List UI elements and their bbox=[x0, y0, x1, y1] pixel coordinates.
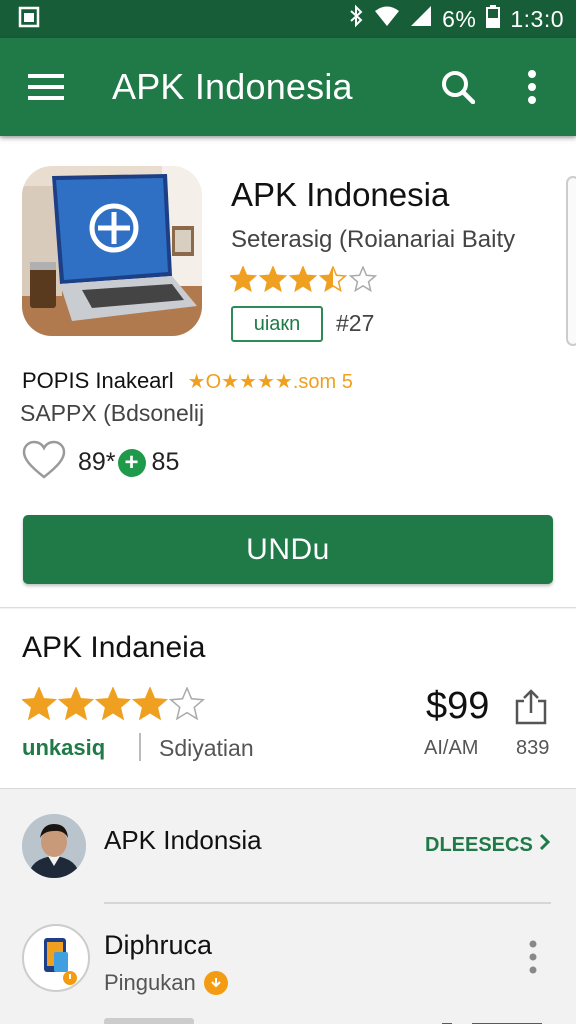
star-icon bbox=[168, 687, 206, 721]
search-icon[interactable] bbox=[436, 65, 480, 109]
wifi-icon bbox=[374, 5, 400, 33]
details-card: APK Indaneia unkasiq Sdiyatian $99 AI/AM… bbox=[0, 609, 576, 789]
status-bar: 6% 1:3:0 bbox=[0, 0, 576, 38]
reviewer-name[interactable]: APK Indonsia bbox=[104, 825, 262, 856]
heart-icon[interactable] bbox=[22, 440, 66, 485]
scroll-indicator bbox=[566, 176, 576, 346]
battery-icon bbox=[486, 4, 501, 34]
app-rank: #27 bbox=[336, 310, 375, 336]
install-button[interactable]: UNDu bbox=[23, 515, 553, 584]
like-row: 89* + 85 bbox=[22, 440, 179, 485]
star-icon bbox=[288, 266, 318, 293]
see-more-link[interactable]: DLEESECS bbox=[425, 833, 551, 857]
plus-count: 85 bbox=[151, 448, 180, 476]
star-icon bbox=[318, 266, 348, 293]
screenshot-icon bbox=[18, 6, 40, 33]
app-thumbnail[interactable] bbox=[22, 166, 202, 336]
developer-rating: ★O★★★★.som 5 bbox=[187, 370, 353, 393]
bluetooth-icon bbox=[348, 4, 364, 34]
avatar[interactable] bbox=[22, 814, 86, 878]
developer-subtitle: SAPPX (Bdsonelij bbox=[20, 400, 205, 426]
download-badge-icon bbox=[203, 971, 228, 995]
app-bar-title: APK Indonesia bbox=[112, 66, 353, 107]
like-count: 89* bbox=[78, 448, 116, 476]
share-icon[interactable] bbox=[514, 689, 548, 730]
divider bbox=[104, 902, 551, 904]
battery-percent: 6% bbox=[442, 5, 477, 32]
star-icon bbox=[22, 687, 58, 721]
time-label: AI/AM bbox=[424, 737, 479, 759]
star-icon bbox=[131, 687, 169, 721]
developer-name[interactable]: POPIS Inakeаrl bbox=[22, 368, 174, 394]
review-section: APK Indonsia DLEESECS Diphruca Pingukan bbox=[0, 790, 576, 1024]
next-item-indicator bbox=[442, 1016, 552, 1024]
item-more-icon[interactable] bbox=[528, 940, 538, 979]
divider bbox=[139, 733, 141, 761]
details-title: APK Indaneia bbox=[22, 631, 206, 664]
count-label: 839 bbox=[516, 737, 550, 759]
plus-icon[interactable]: + bbox=[117, 448, 146, 477]
signal-icon bbox=[410, 5, 432, 33]
app-bar: APK Indonesia bbox=[0, 38, 576, 136]
see-more-label: DLEESECS bbox=[425, 833, 533, 856]
price: $99 bbox=[426, 685, 490, 727]
star-icon bbox=[57, 687, 95, 721]
app-header-card: APK Indonesia Seterasig (Roianariai Bait… bbox=[0, 138, 576, 608]
subcategory: Sdiyatian bbox=[159, 735, 254, 761]
clock: 1:3:0 bbox=[510, 5, 564, 32]
item-app-icon[interactable] bbox=[22, 924, 90, 992]
star-icon bbox=[348, 266, 378, 293]
item-title[interactable]: Diphruca bbox=[104, 930, 212, 961]
app-title: APK Indonesia bbox=[231, 176, 450, 213]
app-tag-badge: uiaкn bbox=[231, 306, 323, 342]
next-item-placeholder bbox=[104, 1018, 194, 1024]
star-icon bbox=[94, 687, 132, 721]
item-subtitle-row: Pingukan bbox=[104, 970, 228, 996]
app-rating-stars bbox=[230, 266, 386, 296]
chevron-right-icon bbox=[539, 833, 551, 857]
details-rating-stars bbox=[22, 687, 212, 725]
developer-row: POPIS Inakeаrl ★O★★★★.som 5 bbox=[22, 368, 353, 394]
star-icon bbox=[230, 266, 258, 293]
item-subtitle: Pingukan bbox=[104, 970, 196, 995]
menu-icon[interactable] bbox=[24, 65, 68, 109]
category-link[interactable]: unkasiq bbox=[22, 735, 105, 761]
more-vert-icon[interactable] bbox=[510, 65, 554, 109]
app-subtitle: Seterasig (Roianariai Baity bbox=[231, 226, 516, 253]
star-icon bbox=[258, 266, 288, 293]
